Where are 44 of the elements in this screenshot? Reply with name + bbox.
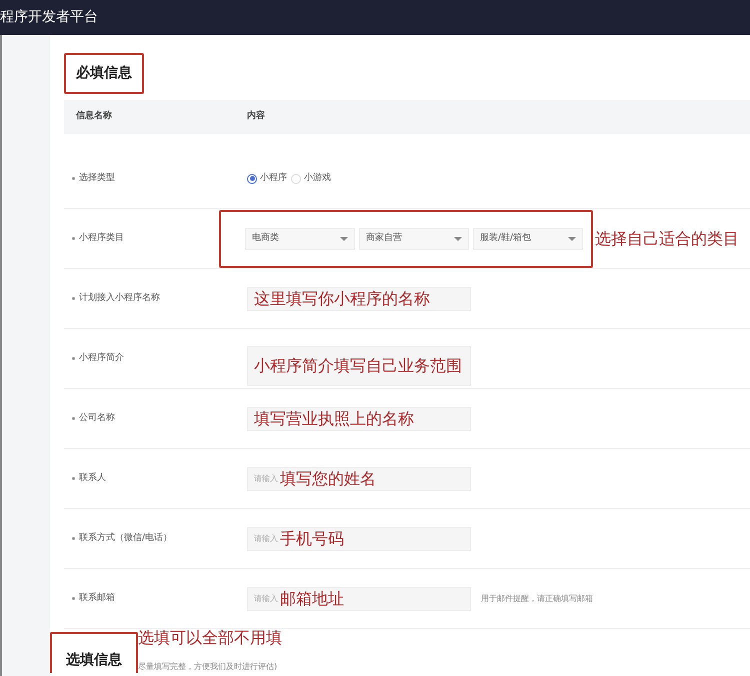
- hint-text: 用于邮件提醒，请正确填写邮箱: [481, 592, 593, 604]
- column-header: 信息名称: [74, 110, 113, 124]
- annotation-text: 邮箱地址: [280, 588, 344, 610]
- bullet-icon: [72, 477, 75, 480]
- field-label: 小程序简介: [79, 352, 124, 365]
- annotation-text: 小程序简介填写自己业务范围: [254, 354, 462, 376]
- column-header: 内容: [247, 110, 265, 124]
- field-label: 联系邮箱: [79, 592, 115, 605]
- bullet-icon: [72, 537, 75, 540]
- input-field[interactable]: 这里填写你小程序的名称: [247, 286, 471, 310]
- caret-icon: [340, 236, 348, 240]
- field-label: 联系方式（微信/电话）: [79, 532, 172, 545]
- bullet-icon: [72, 297, 75, 300]
- annotation-text: 填写营业执照上的名称: [254, 408, 414, 430]
- field-label: 选择类型: [79, 172, 115, 185]
- placeholder-text: 请输入: [254, 472, 278, 484]
- field-label: 公司名称: [79, 412, 115, 425]
- input-field[interactable]: 小程序简介填写自己业务范围: [247, 346, 471, 386]
- placeholder-text: 请输入: [254, 532, 278, 544]
- input-field[interactable]: 填写营业执照上的名称: [247, 406, 471, 430]
- field-label: 计划接入小程序名称: [79, 292, 160, 305]
- bullet-icon: [72, 417, 75, 420]
- dropdown-select[interactable]: 服装/鞋/箱包: [473, 228, 583, 250]
- bullet-icon: [72, 357, 75, 360]
- annotation-text: 选填可以全部不用填: [138, 629, 282, 647]
- bullet-icon: [72, 177, 75, 180]
- section-note: 尽量填写完整，方便我们及时进行评估): [138, 662, 278, 673]
- placeholder-text: 请输入: [254, 592, 278, 604]
- radio-option[interactable]: 小游戏: [291, 172, 331, 186]
- radio-option[interactable]: 小程序: [247, 172, 287, 186]
- annotation-text: 手机号码: [280, 528, 344, 550]
- caret-icon: [454, 236, 462, 240]
- annotation-text: 填写您的姓名: [280, 468, 376, 490]
- field-label: 小程序类目: [79, 232, 124, 245]
- annotation-text: 这里填写你小程序的名称: [254, 288, 430, 310]
- caret-icon: [568, 236, 576, 240]
- section-title: 必填信息: [64, 52, 144, 94]
- dropdown-select[interactable]: 电商类: [245, 228, 355, 250]
- dropdown-select[interactable]: 商家自营: [359, 228, 469, 250]
- platform-title: 程序开发者平台: [0, 8, 98, 27]
- field-label: 联系人: [79, 472, 106, 485]
- bullet-icon: [72, 597, 75, 600]
- section-title: 选填信息: [50, 632, 138, 673]
- bullet-icon: [72, 237, 75, 240]
